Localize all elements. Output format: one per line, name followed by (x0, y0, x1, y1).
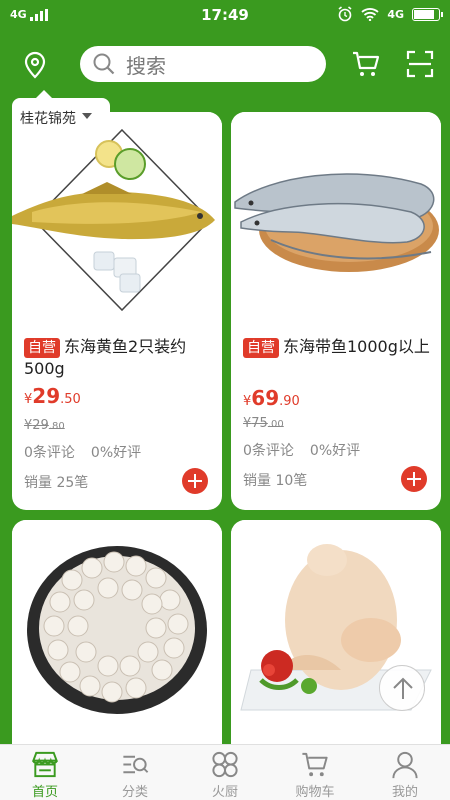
tab-home[interactable]: 首页 (0, 745, 90, 800)
alarm-icon (338, 6, 352, 22)
status-bar: 4G 17:49 4G (0, 0, 450, 30)
cart-icon[interactable] (350, 48, 382, 80)
add-to-cart-icon[interactable] (182, 468, 208, 494)
top-header: 搜索 (0, 30, 450, 98)
location-pin-icon[interactable] (20, 50, 50, 80)
price-decimal: .90 (279, 394, 300, 409)
original-price: ¥75.00 (243, 416, 284, 431)
sales-count: 销量 25笔 (24, 475, 89, 491)
product-name: 东海带鱼1000g以上 (283, 337, 430, 356)
location-selector[interactable]: 桂花锦苑 (12, 90, 110, 134)
old-price-integer: 29 (32, 418, 49, 433)
product-card[interactable]: 自营 东海黄鱼2只装约500g ¥29.50 ¥29.80 0条评论 0%好评 销… (12, 112, 222, 510)
review-count: 0条评论 (243, 443, 294, 459)
self-operated-tag: 自营 (24, 338, 60, 358)
product-image-yellow-croaker (12, 112, 222, 324)
price-decimal: .50 (60, 392, 81, 407)
product-title[interactable]: 自营 东海黄鱼2只装约500g (24, 336, 212, 379)
product-card[interactable] (12, 520, 222, 760)
search-input[interactable]: 搜索 (126, 50, 166, 79)
profile-icon (392, 751, 418, 779)
arrow-up-icon (393, 677, 413, 699)
location-label: 桂花锦苑 (20, 111, 76, 127)
old-price-decimal: .80 (48, 421, 65, 432)
product-image-shrimp (12, 520, 222, 732)
bottom-tab-bar: 首页 分类 火厨 购物车 我的 (0, 744, 450, 800)
good-rate: 0%好评 (90, 445, 142, 461)
network-type-right: 4G (387, 7, 404, 21)
tab-kitchen[interactable]: 火厨 (180, 745, 270, 800)
battery-icon (412, 7, 443, 21)
sales-count: 销量 10笔 (243, 473, 308, 489)
back-to-top-button[interactable] (379, 665, 425, 711)
tab-label: 首页 (31, 785, 58, 800)
dropdown-arrow-icon (82, 113, 92, 134)
good-rate: 0%好评 (309, 443, 361, 459)
product-price: ¥29.50 (24, 384, 81, 408)
product-card[interactable] (231, 520, 441, 760)
status-icons: 4G (337, 6, 443, 22)
tab-category[interactable]: 分类 (90, 745, 180, 800)
product-card[interactable]: 自营 东海带鱼1000g以上 ¥69.90 ¥75.00 0条评论 0%好评 销量… (231, 112, 441, 510)
self-operated-tag: 自营 (243, 338, 279, 358)
review-stats: 0条评论 0%好评 (243, 440, 360, 460)
kitchen-icon (212, 751, 238, 778)
add-to-cart-icon[interactable] (401, 466, 427, 492)
tab-label: 我的 (391, 785, 418, 800)
price-integer: 69 (251, 386, 280, 410)
product-image-hairtail (231, 112, 441, 324)
tab-label: 购物车 (295, 785, 335, 800)
search-icon (93, 53, 115, 75)
category-icon (123, 755, 149, 774)
review-stats: 0条评论 0%好评 (24, 442, 141, 462)
search-bar[interactable]: 搜索 (80, 46, 326, 82)
price-integer: 29 (32, 384, 61, 408)
scan-icon[interactable] (404, 48, 436, 80)
tab-label: 分类 (121, 785, 148, 800)
product-price: ¥69.90 (243, 386, 300, 410)
review-count: 0条评论 (24, 445, 75, 461)
wifi-icon (361, 8, 379, 21)
tab-label: 火厨 (211, 785, 238, 800)
old-price-integer: 75 (251, 416, 268, 431)
cart-icon (302, 752, 328, 777)
home-store-icon (31, 751, 59, 778)
tab-profile[interactable]: 我的 (360, 745, 450, 800)
tab-cart[interactable]: 购物车 (270, 745, 360, 800)
old-price-decimal: .00 (267, 419, 284, 430)
original-price: ¥29.80 (24, 418, 65, 433)
product-title[interactable]: 自营 东海带鱼1000g以上 (243, 336, 431, 358)
